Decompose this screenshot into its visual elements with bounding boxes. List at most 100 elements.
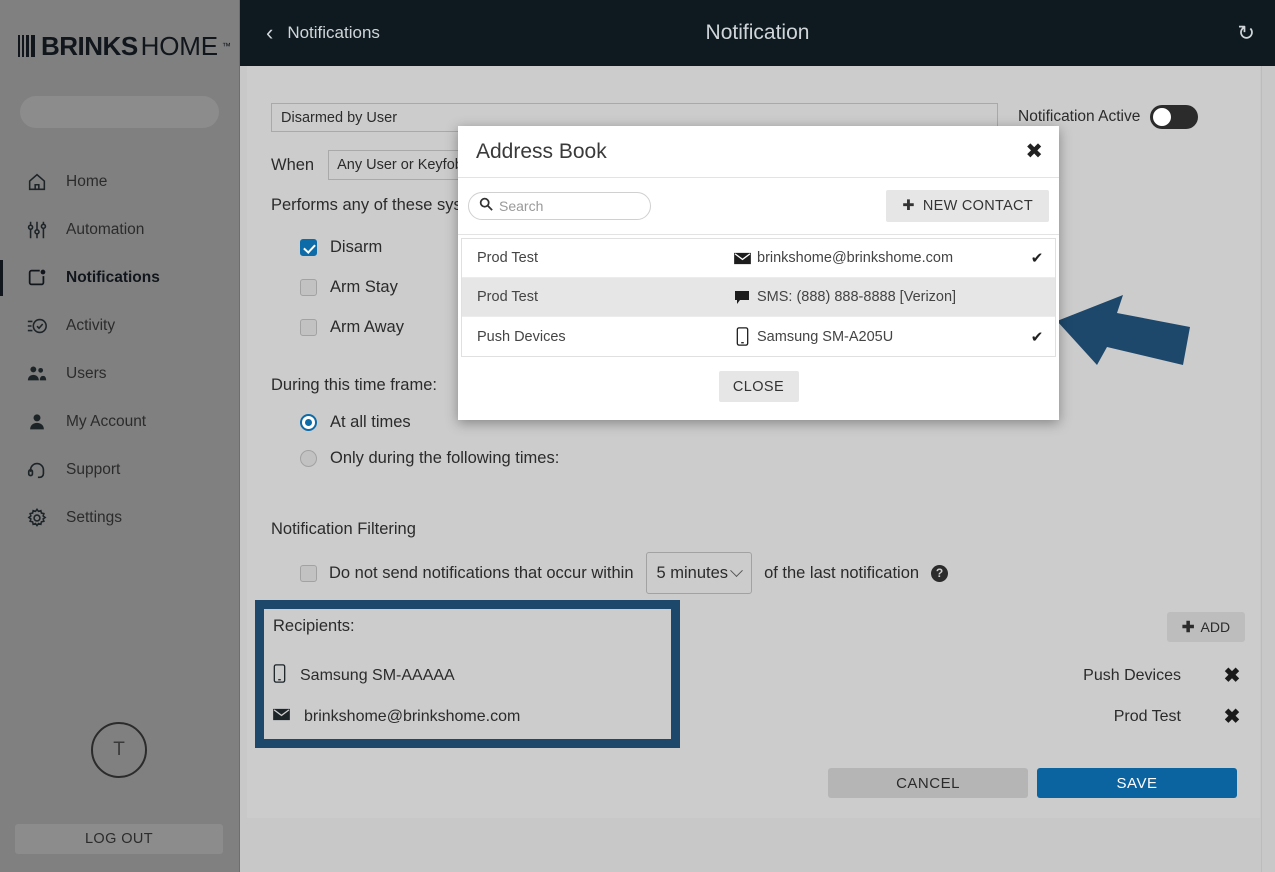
- recipient-type: Push Devices: [1083, 666, 1181, 684]
- toggle-knob: [1152, 107, 1173, 127]
- close-modal-button[interactable]: CLOSE: [718, 371, 799, 402]
- timeframe-label: During this time frame:: [271, 376, 437, 394]
- contact-name: Prod Test: [477, 250, 538, 266]
- sidebar: BRINKS HOME ™ Home Automation Notificati…: [0, 0, 240, 872]
- page-scrollbar[interactable]: [1261, 66, 1275, 872]
- sidebar-item-automation[interactable]: Automation: [0, 206, 239, 254]
- add-label: ADD: [1200, 619, 1231, 635]
- new-contact-button[interactable]: ✚ NEW CONTACT: [886, 190, 1049, 222]
- headset-icon: [26, 459, 48, 481]
- notification-icon: [26, 267, 48, 289]
- modal-footer: CLOSE: [458, 371, 1059, 402]
- filter-text-before: Do not send notifications that occur wit…: [329, 563, 634, 582]
- address-book-list: Prod Test brinkshome@brinkshome.com ✔ Pr…: [461, 238, 1056, 357]
- gear-icon: [26, 507, 48, 529]
- when-select-value: Any User or Keyfob: [337, 157, 463, 173]
- log-out-button[interactable]: LOG OUT: [15, 824, 223, 854]
- mobile-icon: [273, 663, 286, 688]
- checkbox-disarm[interactable]: [300, 238, 317, 256]
- plus-icon: ✚: [902, 198, 915, 214]
- brinks-home-logo: BRINKS HOME ™: [0, 0, 239, 92]
- radio-label: Only during the following times:: [330, 448, 560, 467]
- address-book-row[interactable]: Prod Test brinkshome@brinkshome.com ✔: [462, 239, 1055, 278]
- sidebar-item-home[interactable]: Home: [0, 158, 239, 206]
- activity-check-icon: [26, 315, 48, 337]
- chevron-left-icon: ‹: [266, 20, 274, 45]
- avatar-initial: T: [113, 739, 125, 760]
- envelope-icon: [727, 252, 757, 265]
- logo-product: HOME: [140, 30, 218, 61]
- contact-value: brinkshome@brinkshome.com: [757, 250, 954, 266]
- envelope-icon: [273, 708, 290, 726]
- radio-only-during-times[interactable]: [300, 449, 317, 467]
- contact-value: Samsung SM-A205U: [757, 328, 894, 345]
- back-label: Notifications: [287, 23, 380, 42]
- checkbox-row-disarm[interactable]: Disarm: [300, 232, 404, 262]
- system-selector-pill[interactable]: [20, 96, 219, 128]
- contact-value: SMS: (888) 888-8888 [Verizon]: [757, 289, 957, 305]
- system-actions-checkbox-group: Disarm Arm Stay Arm Away: [300, 232, 404, 352]
- checkbox-label: Arm Stay: [330, 277, 398, 296]
- sidebar-item-label: Settings: [66, 509, 123, 526]
- cancel-button[interactable]: CANCEL: [828, 768, 1028, 798]
- notification-active-toggle[interactable]: [1150, 105, 1199, 129]
- sidebar-item-activity[interactable]: Activity: [0, 302, 239, 350]
- radio-row-only-during[interactable]: Only during the following times:: [300, 443, 559, 473]
- help-icon[interactable]: ?: [931, 564, 949, 582]
- selected-check-icon: ✔: [1030, 250, 1044, 267]
- address-book-row[interactable]: Push Devices Samsung SM-A205U ✔: [462, 317, 1055, 356]
- checkbox-row-arm-away[interactable]: Arm Away: [300, 312, 404, 342]
- recipient-row: Samsung SM-AAAAA Push Devices ✖: [273, 655, 1243, 696]
- checkbox-label: Disarm: [330, 237, 383, 256]
- sidebar-item-label: Activity: [66, 317, 116, 334]
- sidebar-item-label: Support: [66, 461, 121, 478]
- radio-at-all-times[interactable]: [300, 413, 317, 431]
- sidebar-item-label: My Account: [66, 413, 147, 430]
- avatar[interactable]: T: [91, 722, 147, 778]
- close-x-icon[interactable]: ✖: [1025, 141, 1043, 162]
- logo-brand: BRINKS: [41, 30, 138, 61]
- modal-header: Address Book ✖: [458, 126, 1059, 178]
- search-box[interactable]: [468, 192, 651, 220]
- sidebar-item-support[interactable]: Support: [0, 446, 239, 494]
- recipient-row: brinkshome@brinkshome.com Prod Test ✖: [273, 696, 1243, 737]
- sidebar-item-label: Home: [66, 173, 108, 190]
- arrow-annotation: [1055, 285, 1195, 370]
- remove-recipient-button[interactable]: ✖: [1221, 704, 1243, 729]
- filter-interval-select[interactable]: 5 minutes: [645, 552, 753, 594]
- contact-name: Prod Test: [477, 289, 538, 305]
- plus-icon: ✚: [1181, 619, 1195, 636]
- top-header: ‹ Notifications Notification ↻: [240, 0, 1275, 66]
- users-icon: [26, 363, 48, 385]
- address-book-row[interactable]: Prod Test SMS: (888) 888-8888 [Verizon]: [462, 278, 1055, 317]
- filter-text-after: of the last notification: [764, 563, 920, 582]
- recipient-value: brinkshome@brinkshome.com: [304, 707, 521, 725]
- recipients-label: Recipients:: [273, 617, 355, 635]
- sms-icon: [727, 290, 757, 305]
- notification-filter-row: Do not send notifications that occur wit…: [300, 552, 949, 594]
- checkbox-row-arm-stay[interactable]: Arm Stay: [300, 272, 404, 302]
- sidebar-item-my-account[interactable]: My Account: [0, 398, 239, 446]
- back-to-notifications-button[interactable]: ‹ Notifications: [266, 22, 380, 44]
- sidebar-item-notifications[interactable]: Notifications: [0, 254, 239, 302]
- logo-trademark: ™: [221, 41, 231, 51]
- refresh-icon[interactable]: ↻: [1237, 21, 1255, 46]
- remove-recipient-button[interactable]: ✖: [1221, 663, 1243, 688]
- search-input[interactable]: [499, 198, 629, 214]
- modal-toolbar: ✚ NEW CONTACT: [458, 178, 1059, 235]
- checkbox-arm-away[interactable]: [300, 318, 317, 336]
- search-icon: [479, 197, 493, 216]
- save-button[interactable]: SAVE: [1037, 768, 1237, 798]
- new-contact-label: NEW CONTACT: [922, 198, 1033, 214]
- app-root: BRINKS HOME ™ Home Automation Notificati…: [0, 0, 1275, 872]
- sidebar-nav: Home Automation Notifications Activity U…: [0, 158, 239, 542]
- mobile-icon: [727, 327, 757, 346]
- add-recipient-button[interactable]: ✚ ADD: [1167, 612, 1245, 642]
- chevron-down-icon: [730, 563, 743, 577]
- sidebar-item-label: Notifications: [66, 269, 160, 286]
- checkbox-arm-stay[interactable]: [300, 278, 317, 296]
- checkbox-filter-notifications[interactable]: [300, 564, 317, 582]
- sidebar-item-settings[interactable]: Settings: [0, 494, 239, 542]
- sidebar-item-users[interactable]: Users: [0, 350, 239, 398]
- when-label: When: [271, 155, 315, 174]
